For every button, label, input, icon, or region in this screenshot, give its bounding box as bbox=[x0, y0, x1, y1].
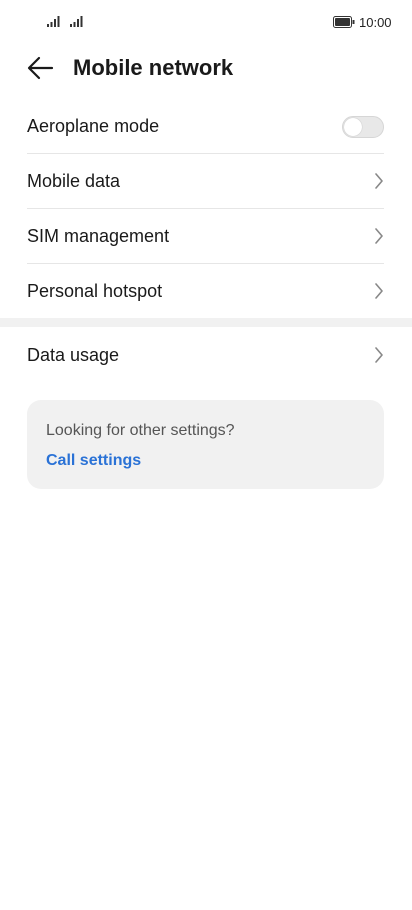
aeroplane-mode-toggle[interactable] bbox=[342, 116, 384, 138]
chevron-right-icon bbox=[375, 283, 383, 299]
other-settings-card: Looking for other settings? Call setting… bbox=[27, 400, 384, 489]
header: Mobile network bbox=[0, 44, 412, 92]
personal-hotspot-label: Personal hotspot bbox=[27, 281, 163, 301]
battery-icon bbox=[333, 16, 355, 28]
data-usage-label: Data usage bbox=[27, 345, 120, 365]
page-title: Mobile network bbox=[73, 55, 234, 80]
mobile-data-row[interactable]: Mobile data bbox=[27, 154, 384, 209]
personal-hotspot-row[interactable]: Personal hotspot bbox=[27, 264, 384, 319]
toggle-knob bbox=[344, 118, 362, 136]
status-time: 10:00 bbox=[359, 15, 392, 30]
chevron-right-icon bbox=[375, 347, 383, 363]
call-settings-link[interactable]: Call settings bbox=[46, 452, 141, 470]
signal-icon bbox=[47, 16, 60, 27]
section-divider bbox=[0, 318, 412, 327]
mobile-data-label: Mobile data bbox=[27, 171, 121, 191]
status-bar: 10:00 bbox=[0, 0, 412, 44]
sim-management-row[interactable]: SIM management bbox=[27, 209, 384, 264]
chevron-right-icon bbox=[375, 173, 383, 189]
aeroplane-mode-row[interactable]: Aeroplane mode bbox=[27, 99, 384, 154]
back-arrow-icon[interactable] bbox=[26, 54, 56, 82]
sim-management-label: SIM management bbox=[27, 226, 170, 246]
signal-icon bbox=[70, 16, 83, 27]
other-settings-text: Looking for other settings? bbox=[46, 422, 235, 439]
chevron-right-icon bbox=[375, 228, 383, 244]
data-usage-row[interactable]: Data usage bbox=[27, 328, 384, 383]
aeroplane-mode-label: Aeroplane mode bbox=[27, 116, 160, 136]
